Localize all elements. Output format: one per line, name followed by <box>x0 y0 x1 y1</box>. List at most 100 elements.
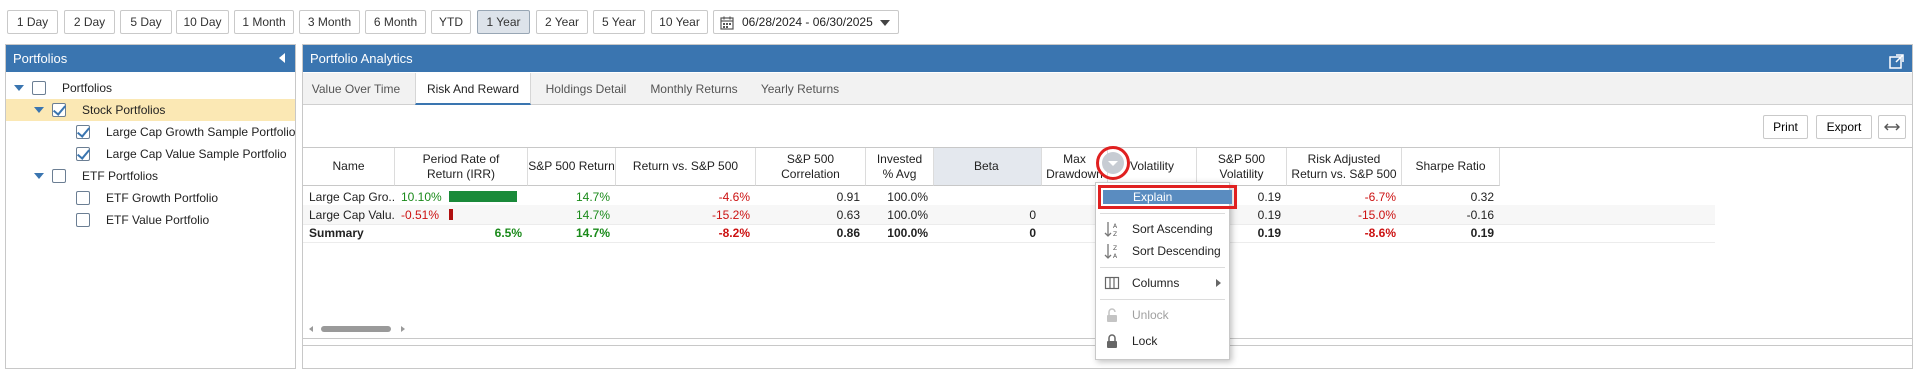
cell-irr: -0.51% <box>395 205 528 225</box>
irr-value: -0.51% <box>401 208 440 222</box>
cell-sp500-return: 14.7% <box>528 187 616 207</box>
column-header-beta[interactable]: Beta <box>934 148 1042 186</box>
range-1-year-button[interactable]: 1 Year <box>477 10 530 34</box>
tree-item-etf-portfolios[interactable]: ETF Portfolios <box>6 165 295 187</box>
menu-item-lock[interactable]: Lock <box>1096 329 1229 353</box>
checkbox[interactable] <box>76 213 90 227</box>
table-row[interactable]: Large Cap Gro... 10.10% 14.7% -4.6% 0.91 100.… <box>303 187 1715 207</box>
tree-item-large-cap-value[interactable]: Large Cap Value Sample Portfolio <box>6 143 295 165</box>
checkbox[interactable] <box>76 191 90 205</box>
column-header-invested[interactable]: Invested % Avg <box>866 148 934 186</box>
panel-title: Portfolio Analytics <box>310 51 413 66</box>
expand-columns-icon[interactable] <box>1878 115 1906 139</box>
portfolios-panel-header: Portfolios <box>6 45 295 72</box>
menu-item-label: Unlock <box>1132 308 1169 322</box>
date-range-toolbar: 1 Day 2 Day 5 Day 10 Day 1 Month 3 Month… <box>0 0 1913 42</box>
column-header-name[interactable]: Name <box>303 148 395 186</box>
scroll-right-icon[interactable] <box>401 326 405 332</box>
scrollbar-thumb[interactable] <box>321 326 391 332</box>
cell-name: Large Cap Gro... <box>303 187 395 207</box>
cell-value: 14.7% <box>575 226 610 240</box>
checkbox[interactable] <box>32 81 46 95</box>
cell-risk-adj: -6.7% <box>1287 187 1402 207</box>
irr-value: 10.10% <box>401 190 442 204</box>
column-context-menu: Explain AZ Sort Ascending ZA Sort Descen… <box>1095 182 1237 360</box>
column-header-risk-adjusted[interactable]: Risk Adjusted Return vs. S&P 500 <box>1287 148 1402 186</box>
menu-item-label: Columns <box>1132 276 1180 290</box>
range-10-year-button[interactable]: 10 Year <box>651 10 708 34</box>
cell-irr: 6.5% <box>395 223 528 243</box>
tree-item-etf-value[interactable]: ETF Value Portfolio <box>6 209 295 231</box>
collapse-left-icon[interactable] <box>279 53 285 63</box>
date-range-text: 06/28/2024 - 06/30/2025 <box>742 15 873 29</box>
cell-value: Large Cap Gro... <box>309 190 395 204</box>
range-5-year-button[interactable]: 5 Year <box>593 10 645 34</box>
cell-risk-adj: -8.6% <box>1287 223 1402 243</box>
range-1-day-button[interactable]: 1 Day <box>7 10 58 34</box>
column-header-sp500-volatility[interactable]: S&P 500 Volatility <box>1197 148 1287 186</box>
print-button[interactable]: Print <box>1763 115 1808 139</box>
column-header-correlation[interactable]: S&P 500 Correlation <box>756 148 866 186</box>
summary-row[interactable]: Summary6.5%14.7%-8.2%0.86100.0%00.210.19… <box>303 223 1715 243</box>
tab-holdings-detail[interactable]: Holdings Detail <box>535 73 637 105</box>
cell-value: 0.19 <box>1257 190 1281 204</box>
table-row[interactable]: Large Cap Valu... -0.51% 14.7% -15.2% 0.63 10… <box>303 205 1715 225</box>
tab-value-over-time[interactable]: Value Over Time <box>303 73 409 105</box>
checkbox[interactable] <box>52 103 66 117</box>
range-6-month-button[interactable]: 6 Month <box>365 10 426 34</box>
tab-monthly-returns[interactable]: Monthly Returns <box>641 73 747 105</box>
tree-item-portfolios[interactable]: Portfolios <box>6 77 295 99</box>
tree-label: ETF Portfolios <box>82 169 159 183</box>
range-3-month-button[interactable]: 3 Month <box>299 10 360 34</box>
range-2-day-button[interactable]: 2 Day <box>64 10 115 34</box>
range-5-day-button[interactable]: 5 Day <box>120 10 172 34</box>
portfolios-panel: Portfolios Portfolios Stock Portfolios L… <box>5 44 296 369</box>
horizontal-scrollbar[interactable] <box>307 324 407 334</box>
svg-text:A: A <box>1113 253 1118 259</box>
checkbox[interactable] <box>76 147 90 161</box>
column-header-sharpe[interactable]: Sharpe Ratio <box>1402 148 1500 186</box>
checkbox[interactable] <box>76 125 90 139</box>
scroll-left-icon[interactable] <box>309 326 313 332</box>
range-2-year-button[interactable]: 2 Year <box>536 10 588 34</box>
tab-yearly-returns[interactable]: Yearly Returns <box>751 73 849 105</box>
menu-item-sort-descending[interactable]: ZA Sort Descending <box>1096 239 1229 263</box>
cell-value: 0.19 <box>1257 208 1281 222</box>
column-header-sp500-return[interactable]: S&P 500 Return <box>528 148 616 186</box>
range-10-day-button[interactable]: 10 Day <box>176 10 229 34</box>
cell-return-vs: -8.2% <box>616 223 756 243</box>
tree-item-stock-portfolios[interactable]: Stock Portfolios <box>6 99 295 121</box>
analytics-tabs: Value Over Time Risk And Reward Holdings… <box>303 73 1912 105</box>
cell-value: 14.7% <box>575 208 610 222</box>
cell-value: 14.7% <box>575 190 610 204</box>
cell-value: -0.16 <box>1466 208 1494 222</box>
menu-item-explain[interactable]: Explain <box>1098 185 1237 209</box>
expand-arrow-icon[interactable] <box>14 85 24 91</box>
column-header-return-vs-sp500[interactable]: Return vs. S&P 500 <box>616 148 756 186</box>
checkbox[interactable] <box>52 169 66 183</box>
tree-item-etf-growth[interactable]: ETF Growth Portfolio <box>6 187 295 209</box>
cell-return-vs: -15.2% <box>616 205 756 225</box>
cell-value: Summary <box>309 226 364 240</box>
column-menu-button[interactable] <box>1096 146 1130 180</box>
chevron-right-icon <box>1216 279 1221 287</box>
tree-item-large-cap-growth[interactable]: Large Cap Growth Sample Portfolio <box>6 121 295 143</box>
cell-correlation: 0.91 <box>756 187 866 207</box>
tab-risk-and-reward[interactable]: Risk And Reward <box>415 73 531 105</box>
menu-item-columns[interactable]: Columns <box>1096 271 1229 295</box>
range-1-month-button[interactable]: 1 Month <box>234 10 294 34</box>
column-header-irr[interactable]: Period Rate of Return (IRR) <box>395 148 528 186</box>
menu-separator <box>1100 267 1225 268</box>
tree-label: ETF Value Portfolio <box>106 213 210 227</box>
range-ytd-button[interactable]: YTD <box>431 10 471 34</box>
date-range-picker[interactable]: 06/28/2024 - 06/30/2025 <box>713 10 899 34</box>
expand-arrow-icon[interactable] <box>34 173 44 179</box>
cell-name: Summary <box>303 223 395 243</box>
menu-item-sort-ascending[interactable]: AZ Sort Ascending <box>1096 217 1229 241</box>
svg-text:Z: Z <box>1113 245 1117 252</box>
columns-icon <box>1104 275 1120 299</box>
cell-sharpe: 0.19 <box>1402 223 1500 243</box>
menu-item-label: Explain <box>1133 190 1173 204</box>
expand-arrow-icon[interactable] <box>34 107 44 113</box>
export-button[interactable]: Export <box>1816 115 1872 139</box>
